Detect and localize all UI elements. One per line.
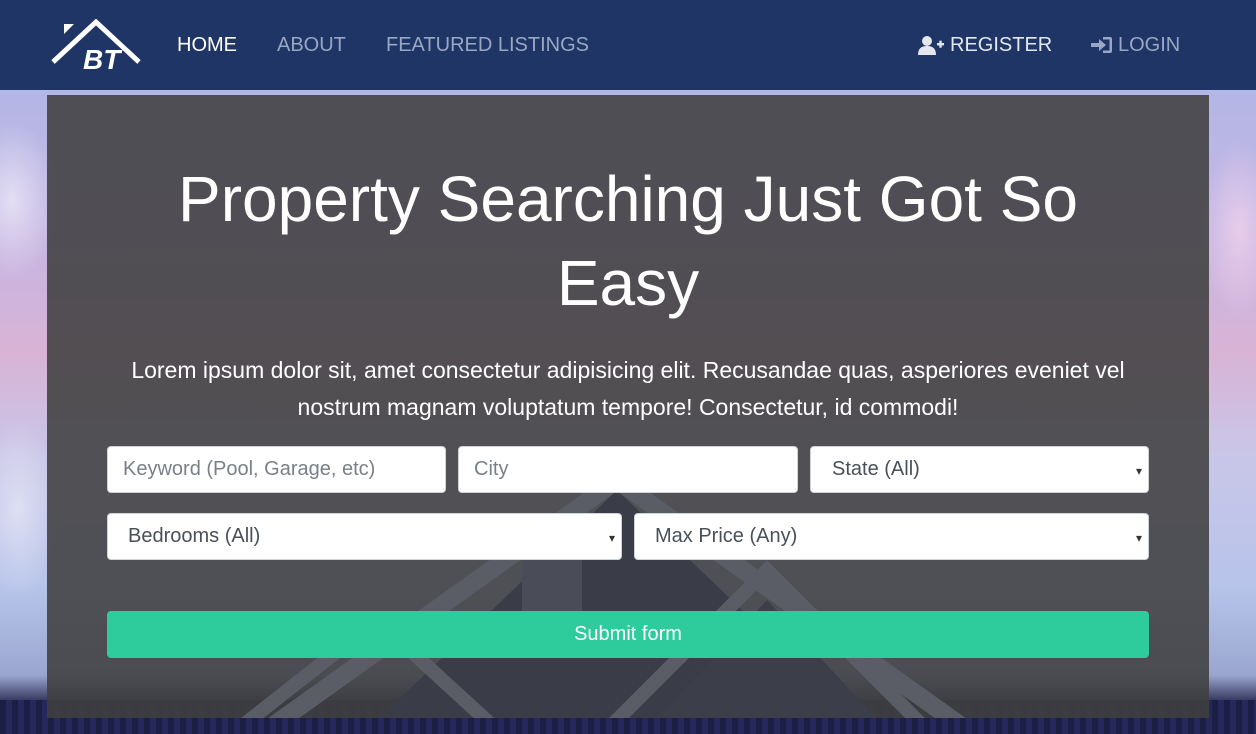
caret-down-icon: ▾ — [1135, 531, 1142, 545]
svg-text:BT: BT — [83, 44, 123, 74]
user-plus-icon — [918, 36, 944, 55]
bedrooms-select-value: Bedrooms (All) — [128, 525, 261, 547]
max-price-select[interactable]: Max Price (Any) ▾ — [634, 513, 1149, 560]
lead-paragraph: Lorem ipsum dolor sit, amet consectetur … — [131, 357, 1125, 420]
state-select[interactable]: State (All) ▾ — [810, 446, 1149, 493]
sign-in-icon — [1091, 37, 1112, 53]
city-input[interactable] — [458, 446, 798, 493]
nav-register-label: REGISTER — [950, 34, 1053, 56]
submit-button[interactable]: Submit form — [107, 611, 1149, 658]
state-select-value: State (All) — [832, 458, 920, 480]
max-price-select-value: Max Price (Any) — [655, 525, 798, 547]
house-logo-icon: BT — [51, 18, 141, 75]
bedrooms-select[interactable]: Bedrooms (All) ▾ — [107, 513, 622, 560]
brand-logo[interactable]: BT — [50, 18, 144, 75]
navbar: BT HOME ABOUT FEATURED LISTINGS REGISTER… — [0, 0, 1256, 90]
showcase-overlay: Property Searching Just Got So Easy Lore… — [47, 95, 1209, 718]
nav-featured-listings[interactable]: FEATURED LISTINGS — [386, 33, 589, 57]
page-title: Property Searching Just Got So Easy — [178, 163, 1078, 319]
nav-register[interactable]: REGISTER — [918, 33, 1052, 57]
keyword-input[interactable] — [107, 446, 446, 493]
nav-about[interactable]: ABOUT — [277, 33, 346, 57]
nav-home[interactable]: HOME — [177, 33, 237, 57]
caret-down-icon: ▾ — [1135, 464, 1142, 478]
nav-login[interactable]: LOGIN — [1091, 33, 1180, 57]
nav-login-label: LOGIN — [1118, 34, 1181, 56]
caret-down-icon: ▾ — [608, 531, 615, 545]
